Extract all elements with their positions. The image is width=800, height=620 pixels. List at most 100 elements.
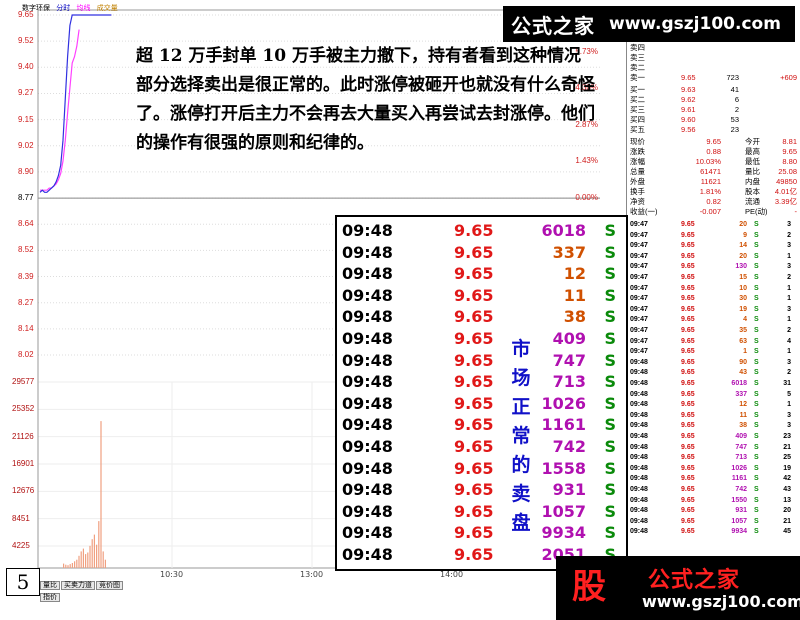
tick-row[interactable]: 09:47 9.65 10 S 1 [627, 284, 800, 295]
volume-bar [85, 554, 87, 568]
tick-row[interactable]: 09:48 9.65 90 S 3 [627, 358, 800, 369]
time-axis-label: 10:30 [160, 570, 184, 579]
tick-count: 13 [783, 496, 791, 504]
tick-row[interactable]: 09:48 9.65 43 S 2 [627, 368, 800, 379]
time-axis-label: 13:00 [300, 570, 324, 579]
tick-volume: 35 [739, 327, 747, 334]
tab-liangbi[interactable]: 量比 [40, 581, 60, 590]
tick-row[interactable]: 09:47 9.65 15 S 2 [627, 273, 800, 284]
logo-bottom: 股 公式之家 www.gszj100.com [556, 556, 800, 620]
tick-side: S [754, 263, 759, 271]
tick-row[interactable]: 09:48 9.65 1550 S 13 [627, 496, 800, 507]
tick-time: 09:48 [630, 486, 648, 493]
tick-time: 09:48 [630, 475, 648, 483]
trade-price: 9.65 [454, 285, 494, 305]
trade-price: 9.65 [454, 307, 494, 327]
tick-side: S [754, 252, 759, 260]
price-axis-label: 8.64 [18, 219, 34, 229]
tick-row[interactable]: 09:48 9.65 11 S 3 [627, 411, 800, 422]
vertical-label-char: 常 [511, 425, 531, 447]
tick-row[interactable]: 09:48 9.65 9934 S 45 [627, 527, 800, 538]
trade-volume: 337 [552, 242, 586, 262]
tick-row[interactable]: 09:48 9.65 1026 S 19 [627, 464, 800, 475]
tick-time: 09:48 [630, 422, 648, 430]
trade-row: 09:48 9.65 1026 S [337, 394, 626, 416]
tick-row[interactable]: 09:47 9.65 9 S 2 [627, 231, 800, 242]
tick-row[interactable]: 09:48 9.65 931 S 20 [627, 506, 800, 517]
tick-row[interactable]: 09:48 9.65 12 S 1 [627, 400, 800, 411]
trade-price: 9.65 [454, 501, 494, 521]
tick-count: 1 [787, 252, 791, 260]
tick-side: S [754, 390, 759, 398]
volume-bar [91, 539, 93, 568]
tick-volume: 43 [739, 369, 747, 377]
logo-top: 公式之家 www.gszj100.com [503, 6, 795, 42]
trade-price: 9.65 [454, 523, 494, 543]
trade-time: 09:48 [342, 523, 393, 543]
tick-count: 21 [783, 517, 791, 525]
tick-volume: 337 [735, 390, 747, 398]
trade-row: 09:48 9.65 11 S [337, 286, 626, 308]
tick-count: 23 [783, 433, 791, 440]
tick-side: S [754, 231, 759, 239]
tab-avg[interactable]: 均线 [76, 4, 90, 12]
tab-time[interactable]: 分时 [56, 4, 70, 12]
vertical-label-char: 的 [511, 454, 531, 476]
tick-count: 45 [783, 528, 791, 536]
trade-time: 09:48 [342, 458, 393, 478]
tick-count: 25 [783, 454, 791, 462]
tick-row[interactable]: 09:47 9.65 35 S 2 [627, 326, 800, 337]
tick-price: 9.65 [681, 274, 695, 281]
tick-row[interactable]: 09:47 9.65 1 S 1 [627, 347, 800, 358]
tick-row[interactable]: 09:48 9.65 409 S 23 [627, 432, 800, 443]
tick-row[interactable]: 09:47 9.65 19 S 3 [627, 305, 800, 316]
tick-side: S [754, 337, 759, 345]
page-number: 5 [6, 568, 40, 596]
tick-row[interactable]: 09:48 9.65 1161 S 42 [627, 474, 800, 485]
tick-price: 9.65 [681, 263, 695, 271]
tick-time: 09:48 [630, 411, 648, 419]
tick-row[interactable]: 09:47 9.65 63 S 4 [627, 337, 800, 348]
trade-detail-box: 09:48 9.65 6018 S 09:48 9.65 337 S 09:48 9.65 12 S 0… [335, 215, 628, 571]
stat-value: 4.01亿 [774, 187, 797, 196]
tick-price: 9.65 [681, 305, 695, 313]
trade-row: 09:48 9.65 6018 S [337, 221, 626, 243]
tick-row[interactable]: 09:47 9.65 4 S 1 [627, 315, 800, 326]
tick-count: 1 [787, 295, 791, 303]
tick-row[interactable]: 09:48 9.65 742 S 43 [627, 485, 800, 496]
tick-row[interactable]: 09:47 9.65 20 S 3 [627, 220, 800, 231]
tick-volume: 14 [739, 242, 747, 250]
stat-value: 61471 [700, 167, 721, 176]
tick-row[interactable]: 09:47 9.65 30 S 1 [627, 294, 800, 305]
tab-maimai-lidao[interactable]: 买卖力道 [61, 581, 95, 590]
stat-label: 外盘 [630, 177, 645, 186]
tick-row[interactable]: 09:48 9.65 1057 S 21 [627, 517, 800, 528]
tick-row[interactable]: 09:47 9.65 130 S 3 [627, 262, 800, 273]
volume-axis-label: 12676 [12, 486, 35, 496]
tick-time: 09:48 [630, 443, 648, 451]
tick-side: S [754, 422, 759, 430]
tick-row[interactable]: 09:47 9.65 20 S 1 [627, 252, 800, 263]
trade-volume: 9934 [541, 523, 586, 543]
tick-side: S [754, 411, 759, 419]
volume-bar [100, 421, 102, 568]
tick-row[interactable]: 09:48 9.65 713 S 25 [627, 453, 800, 464]
tick-row[interactable]: 09:48 9.65 337 S 5 [627, 390, 800, 401]
tick-row[interactable]: 09:48 9.65 6018 S 31 [627, 379, 800, 390]
tick-row[interactable]: 09:48 9.65 747 S 21 [627, 443, 800, 454]
stat-value: - [794, 207, 798, 216]
tick-row[interactable]: 09:48 9.65 38 S 3 [627, 421, 800, 432]
vertical-label-char: 市 [511, 338, 531, 360]
tick-row[interactable]: 09:47 9.65 14 S 3 [627, 241, 800, 252]
tick-side: S [754, 454, 759, 462]
tab-jingjia[interactable]: 竞价图 [96, 581, 123, 590]
tab-volume[interactable]: 成交量 [97, 4, 118, 12]
volume-bar [63, 563, 65, 568]
tick-price: 9.65 [681, 507, 695, 515]
tab-zhijia[interactable]: 指价 [40, 593, 60, 602]
tick-side: S [754, 496, 759, 504]
level-label: 买一 [630, 85, 645, 94]
trade-side: S [604, 480, 616, 500]
trade-side: S [604, 285, 616, 305]
tick-count: 3 [787, 305, 791, 313]
